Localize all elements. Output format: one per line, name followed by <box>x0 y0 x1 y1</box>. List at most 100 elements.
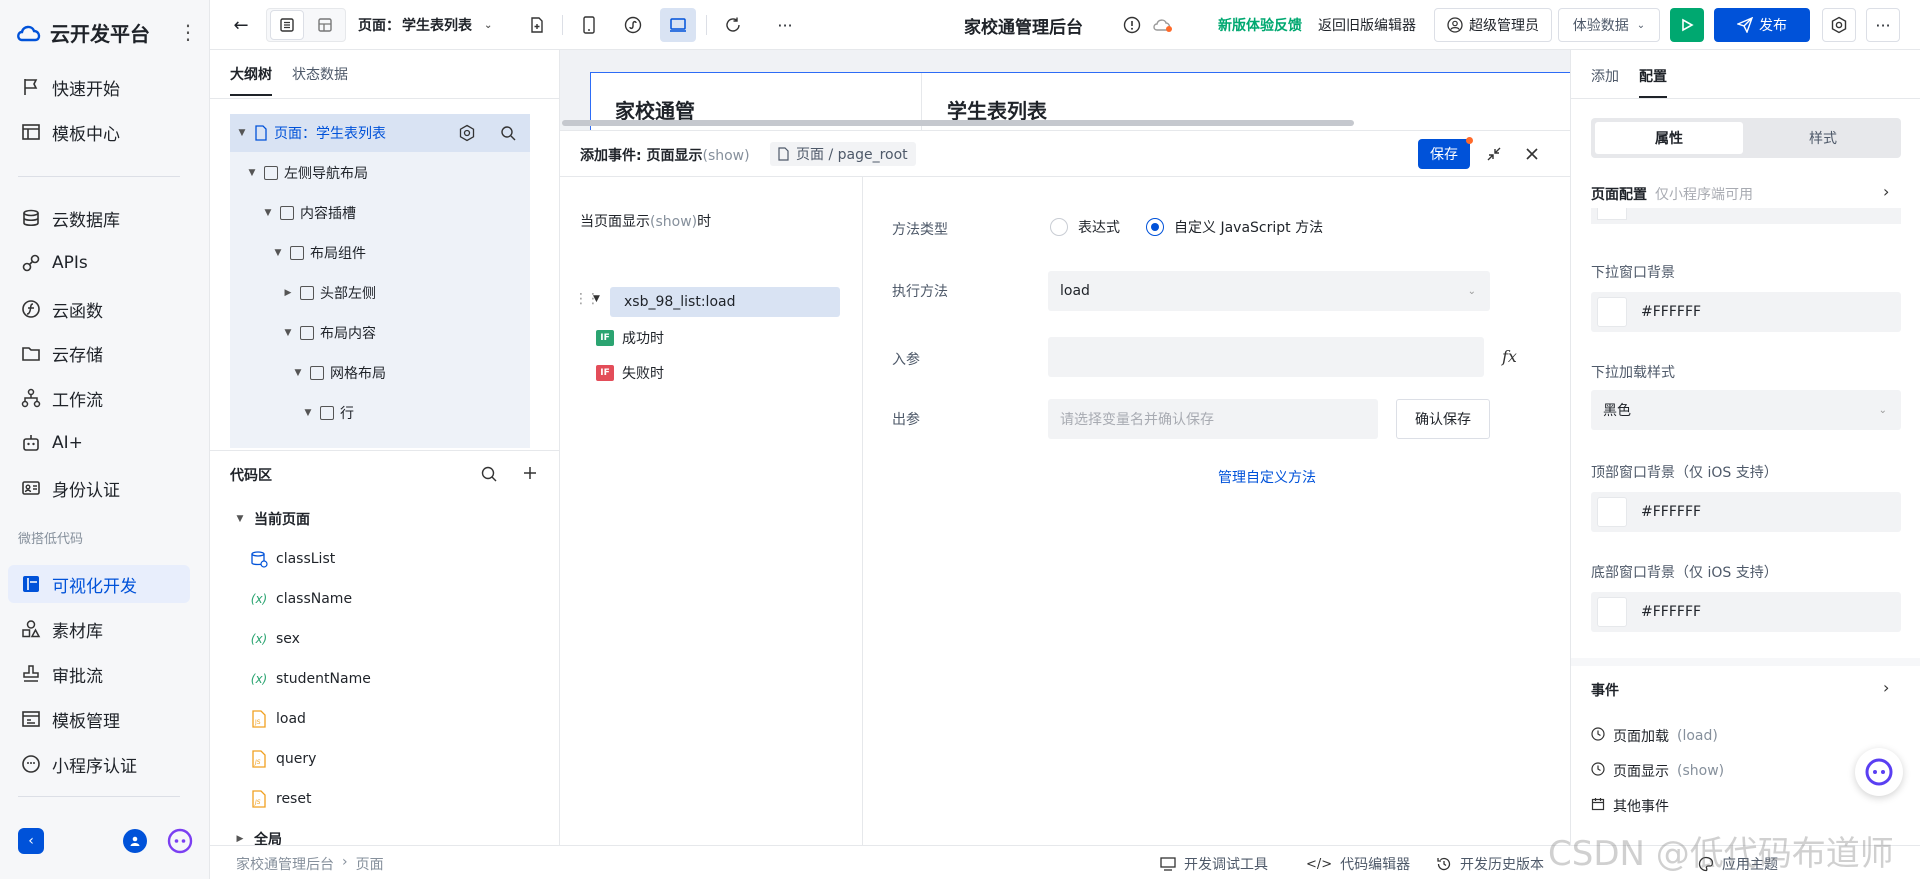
nav-quick-start[interactable]: 快速开始 <box>8 68 190 106</box>
brand[interactable]: 云开发平台 <box>16 18 150 47</box>
event-page-show[interactable]: 页面显示 (show) <box>1591 761 1724 781</box>
fx-icon[interactable]: fx <box>1502 347 1517 366</box>
publish-button[interactable]: 发布 <box>1714 8 1810 42</box>
collapse-sidebar-button[interactable]: ‹ <box>18 828 44 854</box>
outline-view-button[interactable] <box>270 10 304 40</box>
confirm-save-button[interactable]: 确认保存 <box>1396 399 1490 439</box>
tree-node[interactable]: ▼ 行 <box>302 394 354 432</box>
tree-node[interactable]: ▼ 布局内容 <box>282 314 376 352</box>
more-menu-button[interactable]: ··· <box>1866 8 1900 42</box>
breadcrumb-app[interactable]: 家校通管理后台 <box>236 854 334 874</box>
info-button[interactable] <box>1120 8 1144 42</box>
user-avatar[interactable] <box>123 829 147 853</box>
cloud-status[interactable] <box>1150 8 1176 42</box>
nav-template-mgmt[interactable]: 模板管理 <box>8 700 190 738</box>
desktop-preview-button[interactable] <box>660 8 696 42</box>
miniprogram-preview-button[interactable] <box>616 8 650 42</box>
nav-cloud-storage[interactable]: 云存储 <box>8 334 190 372</box>
on-fail-branch[interactable]: IF 失败时 <box>596 360 664 386</box>
nav-cloud-function[interactable]: 云函数 <box>8 290 190 328</box>
code-editor-button[interactable]: </> 代码编辑器 <box>1306 854 1410 874</box>
color-swatch[interactable] <box>1597 497 1627 527</box>
code-item[interactable]: JS load <box>250 701 306 737</box>
page-selector[interactable]: 页面： 学生表列表 ⌄ <box>358 8 492 42</box>
color-swatch[interactable] <box>1597 597 1627 627</box>
nav-visual-dev[interactable]: 可视化开发 <box>8 565 190 603</box>
events-header[interactable]: 事件 <box>1591 680 1619 700</box>
output-params-field[interactable]: 请选择变量名并确认保存 <box>1048 399 1378 439</box>
exp-data-select[interactable]: 体验数据 ⌄ <box>1558 8 1660 42</box>
tree-node-page[interactable]: ▼ 页面：学生表列表 <box>230 114 530 152</box>
assistant-float-button[interactable] <box>1855 748 1903 796</box>
tab-add[interactable]: 添加 <box>1591 66 1619 98</box>
debug-tool-button[interactable]: 开发调试工具 <box>1160 854 1268 874</box>
top-bg-color[interactable]: #FFFFFF <box>1591 492 1901 532</box>
more-vertical-icon[interactable]: ⋮ <box>178 22 198 42</box>
event-page-load[interactable]: 页面加载 (load) <box>1591 726 1718 746</box>
code-item[interactable]: classList <box>250 541 335 577</box>
event-other[interactable]: 其他事件 <box>1591 796 1669 816</box>
back-old-editor-link[interactable]: 返回旧版编辑器 <box>1318 8 1416 42</box>
breadcrumb-page[interactable]: 页面 <box>356 854 384 874</box>
assistant-button[interactable] <box>167 828 193 854</box>
more-button[interactable]: ··· <box>768 8 802 42</box>
target-icon[interactable] <box>458 124 476 142</box>
tree-node[interactable]: ▼ 布局组件 <box>272 234 366 272</box>
chevron-right-icon[interactable]: › <box>1883 182 1889 201</box>
radio-custom-js[interactable]: 自定义 JavaScript 方法 <box>1146 217 1323 237</box>
exec-method-select[interactable]: load ⌄ <box>1048 271 1490 311</box>
code-item[interactable]: JS reset <box>250 781 311 817</box>
nav-workflow[interactable]: 工作流 <box>8 379 190 417</box>
nav-approval[interactable]: 审批流 <box>8 655 190 693</box>
run-button[interactable] <box>1670 8 1704 42</box>
save-button[interactable]: 保存 <box>1418 139 1470 169</box>
nav-apis[interactable]: APIs <box>8 244 190 282</box>
seg-style[interactable]: 样式 <box>1749 122 1897 154</box>
bottom-bg-color[interactable]: #FFFFFF <box>1591 592 1901 632</box>
grid-view-button[interactable] <box>308 8 342 42</box>
mobile-preview-button[interactable] <box>572 8 606 42</box>
nav-mini-auth[interactable]: 小程序认证 <box>8 745 190 783</box>
add-page-button[interactable] <box>522 8 552 42</box>
code-item[interactable]: (x) sex <box>250 621 300 657</box>
collapse-icon[interactable] <box>1486 146 1502 162</box>
dropdown-bg-color[interactable]: #FFFFFF <box>1591 292 1901 332</box>
color-swatch[interactable] <box>1597 297 1627 327</box>
nav-assets[interactable]: 素材库 <box>8 610 190 648</box>
on-success-branch[interactable]: IF 成功时 <box>596 325 664 351</box>
code-item[interactable]: JS query <box>250 741 316 777</box>
close-icon[interactable] <box>1526 148 1538 160</box>
tab-outline-tree[interactable]: 大纲树 <box>230 64 272 96</box>
history-button[interactable]: 开发历史版本 <box>1436 854 1544 874</box>
dropdown-loading-select[interactable]: 黑色 ⌄ <box>1591 390 1901 430</box>
current-page-group[interactable]: ▼ 当前页面 <box>234 501 310 537</box>
search-icon[interactable] <box>480 465 498 483</box>
tree-node[interactable]: ▼ 左侧导航布局 <box>246 154 368 192</box>
tree-node[interactable]: ▼ 网格布局 <box>292 354 386 392</box>
back-button[interactable]: ← <box>226 8 256 42</box>
input-params-field[interactable] <box>1048 337 1484 377</box>
seg-props[interactable]: 属性 <box>1595 122 1743 154</box>
event-action-item[interactable]: xsb_98_list:load <box>610 287 840 317</box>
nav-cloud-db[interactable]: 云数据库 <box>8 199 190 237</box>
feedback-link[interactable]: 新版体验反馈 <box>1218 8 1302 42</box>
caret-down-icon[interactable]: ▼ <box>593 294 600 304</box>
search-icon[interactable] <box>500 125 516 141</box>
refresh-button[interactable] <box>716 8 750 42</box>
code-item[interactable]: (x) studentName <box>250 661 371 697</box>
radio-expression[interactable]: 表达式 <box>1050 217 1120 237</box>
page-config-header[interactable]: 页面配置 仅小程序端可用 <box>1591 184 1753 204</box>
tab-state-data[interactable]: 状态数据 <box>292 64 348 96</box>
nav-ai[interactable]: AI+ <box>8 424 190 462</box>
admin-button[interactable]: 超级管理员 <box>1434 8 1552 42</box>
event-target-crumb[interactable]: 页面 / page_root <box>770 142 916 166</box>
tree-node[interactable]: ▼ 内容插槽 <box>262 194 356 232</box>
manage-custom-methods-link[interactable]: 管理自定义方法 <box>1218 467 1316 487</box>
tab-config[interactable]: 配置 <box>1639 66 1667 98</box>
nav-auth[interactable]: 身份认证 <box>8 469 190 507</box>
settings-button[interactable] <box>1822 8 1856 42</box>
plus-icon[interactable] <box>522 465 538 481</box>
chevron-right-icon[interactable]: › <box>1883 678 1889 697</box>
canvas-scrollbar[interactable] <box>562 120 1354 126</box>
nav-template-center[interactable]: 模板中心 <box>8 113 190 151</box>
